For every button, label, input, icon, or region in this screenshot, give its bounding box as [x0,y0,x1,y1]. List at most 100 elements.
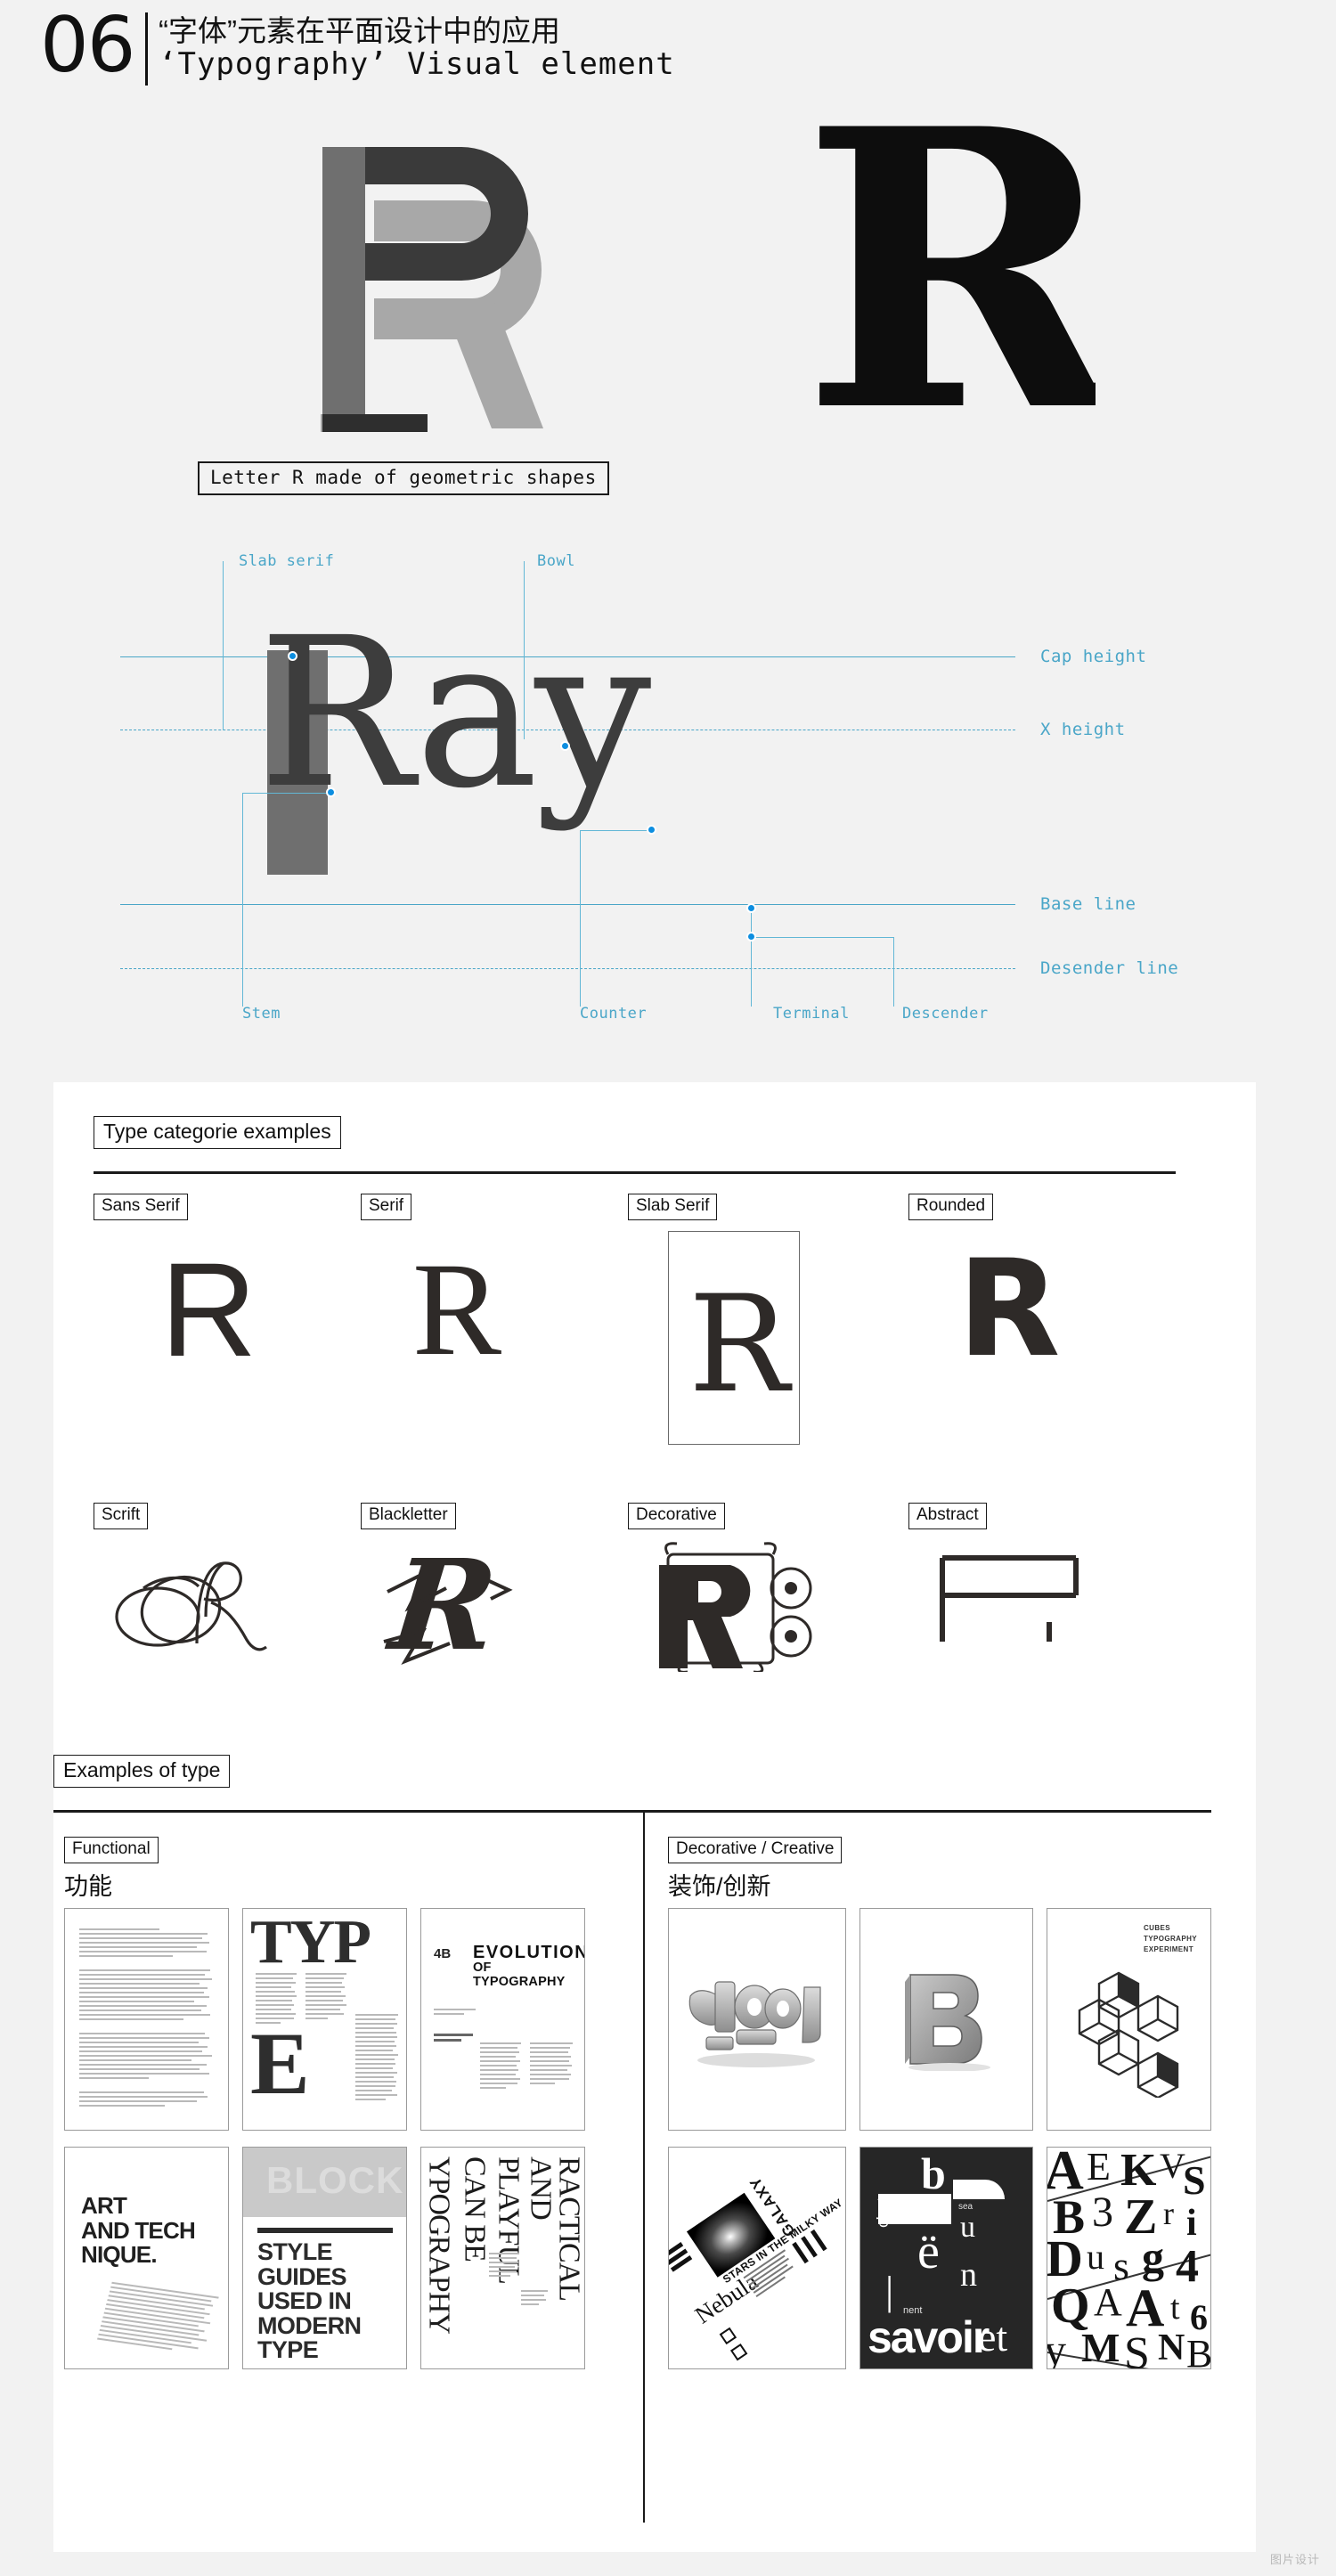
svg-text:N: N [1158,2327,1185,2368]
decorative-tag-wrap: Decorative / Creative [668,1837,843,1863]
poster-playful-col-2: CAN BE [458,2156,492,2262]
savoir-glyph-l: | [885,2268,894,2313]
guide-label-descender-line: Desender line [1040,958,1179,978]
poster-evolution-sub: OF TYPOGRAPHY [473,1961,566,1989]
anatomy-word: Ray [258,593,651,834]
category-cell-scrift[interactable]: Scrift [94,1503,267,1651]
category-cell-rounded[interactable]: Rounded R [908,1194,1061,1376]
examples-of-type-section: Examples of type Functional 功能 TYP E 4B … [53,1755,1256,2556]
leader-counter-h [580,830,651,831]
category-cell-slab-serif[interactable]: Slab Serif R [628,1194,800,1445]
poster-type-headline-2: E [250,2014,310,2113]
nebula-bars-left [669,2242,694,2275]
poster-type[interactable]: TYP E [242,1908,407,2131]
poster-cubes[interactable]: CUBES TYPOGRAPHY EXPERIMENT [1047,1908,1211,2131]
leader-stem-h [242,793,331,794]
examples-tag-wrap: Examples of type [53,1755,231,1788]
poster-letter-b-art [903,1971,996,2075]
category-cell-serif[interactable]: Serif R [361,1194,501,1376]
category-label-sans-serif: Sans Serif [94,1194,188,1220]
anatomy-label-slab-serif: Slab serif [239,552,335,570]
savoir-et: et [978,2314,1008,2360]
content-panel: Type categorie examples Sans Serif R Ser… [53,1082,1256,2552]
leader-descender [893,937,894,1007]
savoir-glyph-n: n [960,2256,977,2294]
examples-vertical-divider [643,1810,645,2523]
poster-letter-b-3d[interactable] [859,1908,1033,2131]
category-glyph-scrift [111,1540,298,1669]
decorative-creative-label: Decorative / Creative [668,1837,843,1863]
poster-cubes-art [1072,1964,1190,2102]
anatomy-label-descender: Descender [902,1005,989,1023]
guide-line-descender-line [120,968,1015,969]
page-title-cn: “字体”元素在平面设计中的应用 [159,14,560,47]
geometric-r-caption: Letter R made of geometric shapes [198,461,609,495]
functional-tag-wrap: Functional [64,1837,159,1863]
poster-text-document[interactable] [64,1908,229,2131]
type-anatomy-diagram: Ray Slab serif Bowl Stem Counter Termina… [0,534,1336,1051]
poster-playful-col-4: AND [524,2156,558,2220]
category-label-serif: Serif [361,1194,412,1220]
poster-playful-practical[interactable]: YPOGRAPHY CAN BE PLAYFUL AND RACTICAL [420,2147,585,2369]
poster-playful-col-1: YPOGRAPHY [422,2156,456,2334]
guide-label-x-height: X height [1040,720,1126,739]
poster-savoir[interactable]: b c'est ë u n | savoir et nent sea [859,2147,1033,2369]
poster-art-technique[interactable]: ART AND TECH NIQUE. [64,2147,229,2369]
savoir-glyph-e: ë [917,2224,940,2279]
anchor-dot-terminal [746,903,756,913]
svg-text:K: K [1120,2148,1157,2196]
leader-counter [580,830,581,1007]
poster-evolution[interactable]: 4B EVOLUTION OF TYPOGRAPHY [420,1908,585,2131]
poster-evolution-col-2 [480,2042,521,2091]
page-header: 06 “字体”元素在平面设计中的应用 ‘Typography’ Visual e… [0,0,1336,107]
poster-nebula-art: Nebula STARS IN THE MILKY WAY GALAXY [669,2148,845,2368]
geometric-r-figure [267,111,588,441]
anatomy-label-counter: Counter [580,1005,648,1023]
poster-body-lines [79,1928,213,2109]
anatomy-label-bowl: Bowl [537,552,575,570]
functional-label: Functional [64,1837,159,1863]
category-cell-decorative[interactable]: Decorative [628,1503,812,1674]
poster-type-headline: TYP [250,1908,371,1977]
poster-letter-collage[interactable]: A E K V S B 3 Z r i D u s g 4 Q A A t 6 … [1047,2147,1211,2369]
anchor-dot-counter [647,825,656,835]
category-cell-sans-serif[interactable]: Sans Serif R [94,1194,257,1376]
poster-cubes-title: CUBES TYPOGRAPHY EXPERIMENT [1144,1924,1198,1953]
header-divider [145,12,148,86]
poster-playful-body [489,2253,519,2279]
poster-evolution-corner: 4B [434,1946,452,1961]
savoir-small-text-2: sea [958,2202,973,2212]
blackletter-flourish [379,1556,539,1676]
poster-art-technique-headline: ART AND TECH NIQUE. [81,2192,196,2269]
leader-slab-serif [223,561,224,730]
decorative-label-cn: 装饰/创新 [668,1873,771,1900]
savoir-glyph-u: u [960,2211,975,2244]
guide-label-base-line: Base line [1040,894,1136,914]
savoir-sub: c'est [873,2197,892,2228]
category-label-slab-serif: Slab Serif [628,1194,718,1220]
leader-descender-h [751,937,893,938]
poster-style-guides[interactable]: BLOCK STYLE GUIDES USED IN MODERN TYPE [242,2147,407,2369]
anatomy-label-terminal: Terminal [773,1005,850,1023]
category-label-scrift: Scrift [94,1503,149,1529]
type-categories-label: Type categorie examples [94,1116,341,1149]
poster-color-3d-art [685,1964,831,2075]
svg-text:3: 3 [1092,2189,1113,2236]
poster-color-3d[interactable] [668,1908,846,2131]
category-label-decorative: Decorative [628,1503,725,1529]
anchor-dot-stem [326,787,336,797]
category-label-abstract: Abstract [908,1503,987,1529]
svg-text:A: A [1094,2280,1122,2324]
poster-style-guides-headline: STYLE GUIDES USED IN MODERN TYPE [257,2238,362,2364]
svg-text:u: u [1087,2237,1104,2277]
poster-type-col-3 [355,2014,398,2103]
collage-art: A E K V S B 3 Z r i D u s g 4 Q A A t 6 … [1047,2148,1210,2368]
poster-style-guides-hr [257,2228,393,2233]
leader-terminal [751,909,752,1007]
poster-nebula[interactable]: Nebula STARS IN THE MILKY WAY GALAXY [668,2147,846,2369]
category-cell-blackletter[interactable]: Blackletter R [361,1503,513,1679]
category-cell-abstract[interactable]: Abstract [908,1503,1079,1642]
leader-stem [242,793,243,1007]
svg-text:r: r [1163,2196,1174,2231]
savoir-glyph-b: b [921,2148,946,2198]
